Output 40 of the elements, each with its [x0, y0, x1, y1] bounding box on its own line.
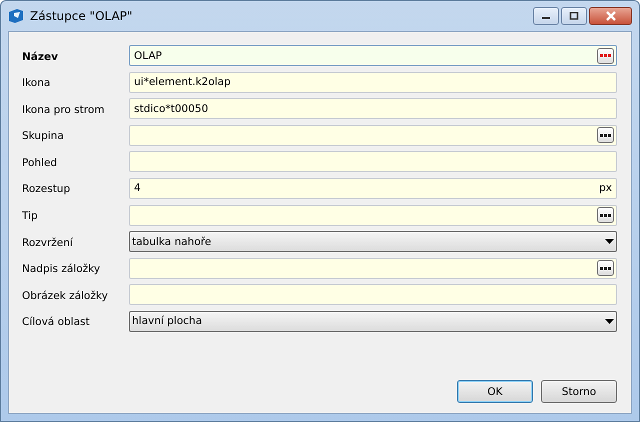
field-label: Nadpis záložky — [22, 262, 102, 276]
cancel-button[interactable]: Storno — [541, 380, 617, 403]
input-field[interactable]: stdico*t00050 — [129, 98, 617, 120]
close-icon — [604, 11, 616, 21]
input-field[interactable] — [129, 284, 617, 306]
browse-button[interactable] — [597, 127, 614, 144]
input-field[interactable] — [129, 204, 617, 226]
input-field[interactable]: ui*element.k2olap — [129, 72, 617, 93]
maximize-icon — [569, 12, 579, 20]
field-label: Ikona pro strom — [22, 102, 106, 116]
input-field[interactable] — [129, 258, 617, 279]
window-title: Zástupce "OLAP" — [30, 9, 134, 23]
field-label: Pohled — [22, 156, 58, 169]
browse-button[interactable] — [597, 260, 614, 276]
field-label: Cílová oblast — [22, 315, 91, 328]
dropdown[interactable]: hlavní plocha — [129, 310, 617, 332]
input-field[interactable] — [129, 151, 617, 172]
input-field[interactable] — [129, 124, 617, 146]
field-label: Název — [22, 50, 59, 62]
field-label: Ikona — [22, 76, 52, 90]
ellipsis-icon — [600, 54, 611, 57]
input-field[interactable]: 4 px — [129, 178, 617, 199]
field-label: Obrázek záložky — [22, 288, 109, 302]
ellipsis-icon — [600, 214, 611, 217]
minimize-button[interactable] — [533, 7, 559, 25]
field-label: Tip — [22, 209, 39, 222]
browse-button[interactable] — [597, 207, 614, 224]
dropdown[interactable]: tabulka nahoře — [129, 231, 617, 252]
app-icon — [8, 8, 24, 24]
dropdown-arrow-icon — [605, 318, 614, 324]
dropdown-arrow-icon — [605, 239, 614, 244]
ok-button[interactable]: OK — [457, 380, 533, 403]
field-label: Rozvržení — [22, 236, 74, 249]
maximize-button[interactable] — [561, 7, 587, 25]
ellipsis-icon — [600, 266, 611, 270]
ellipsis-icon — [600, 134, 611, 137]
close-button[interactable] — [589, 7, 632, 25]
input-field[interactable]: OLAP — [129, 45, 617, 66]
field-label: Rozestup — [22, 182, 72, 196]
field-label: Skupina — [22, 129, 65, 142]
